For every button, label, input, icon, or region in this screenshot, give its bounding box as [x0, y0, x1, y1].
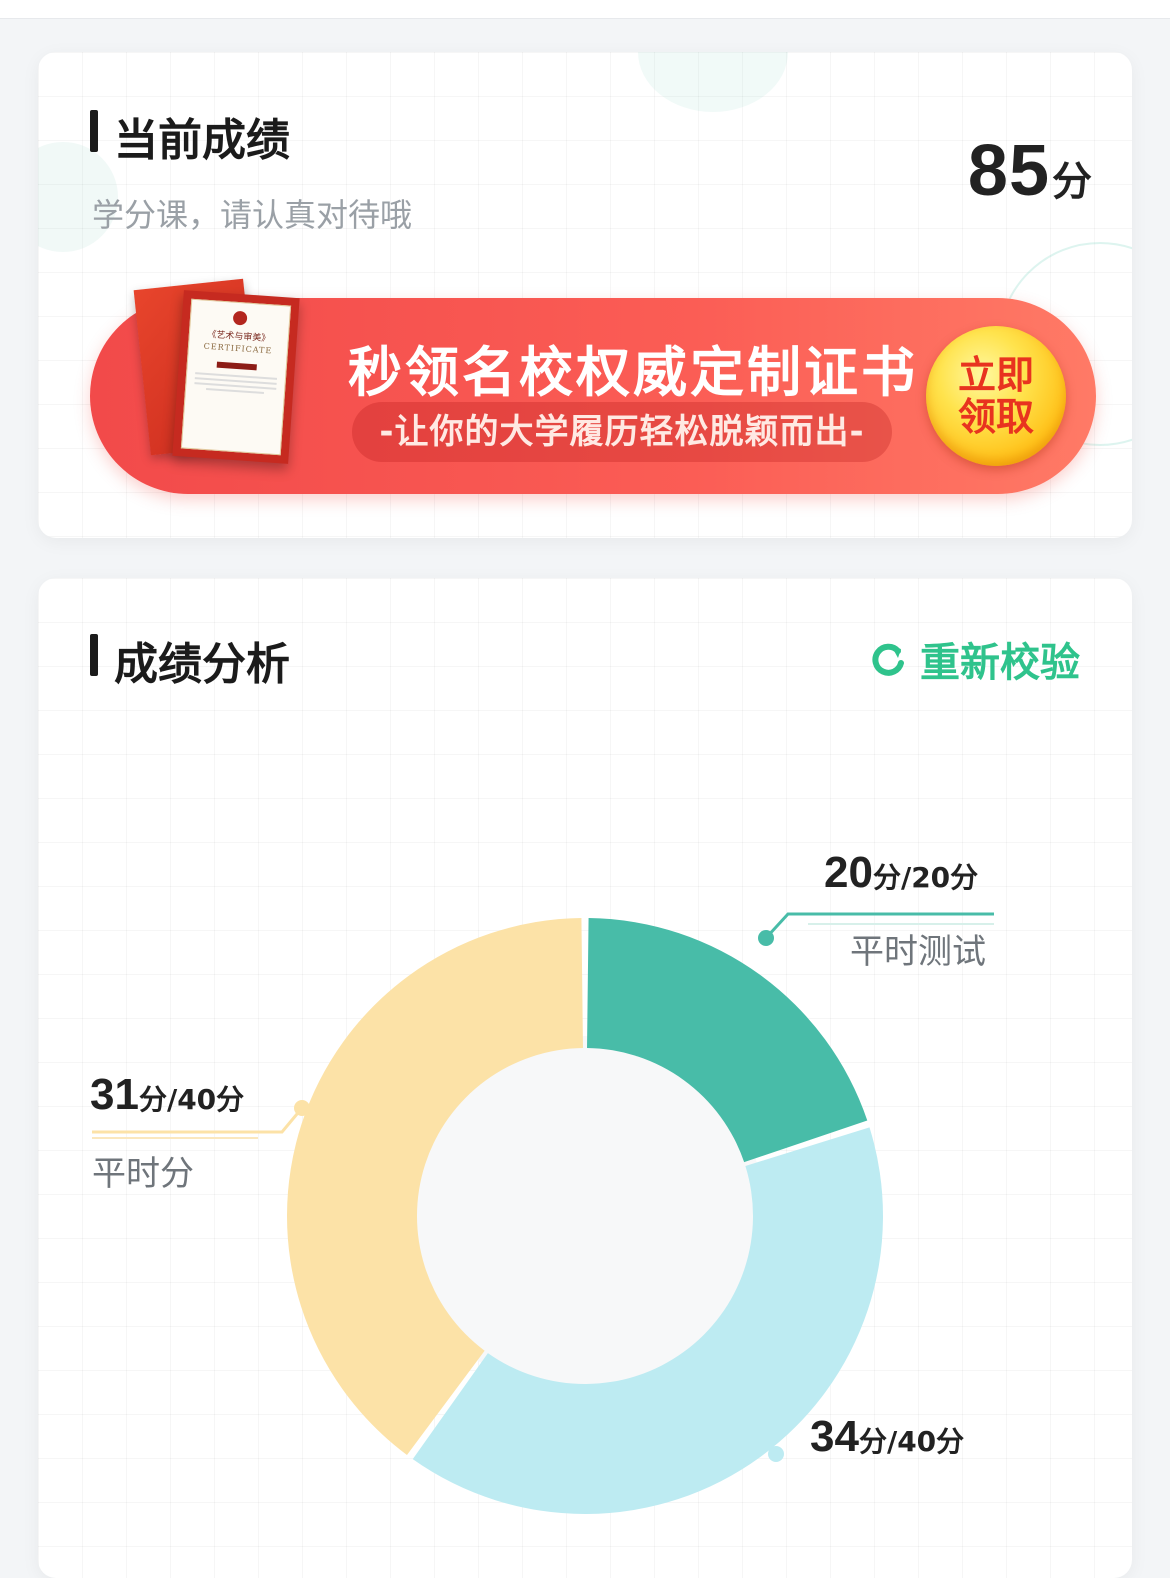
- legend-score-third: 34分/40分: [810, 1412, 964, 1462]
- current-score: 85分: [968, 130, 1092, 212]
- current-score-card: 当前成绩 学分课，请认真对待哦 85分 《艺术与审美》 CERTIFICATE …: [38, 52, 1132, 538]
- leader-dot-usual: [294, 1100, 310, 1116]
- legend-max: /20分: [900, 861, 979, 894]
- legend-unit: 分: [138, 1083, 167, 1116]
- certificate-promo-banner[interactable]: 《艺术与审美》 CERTIFICATE 秒领名校权威定制证书 -让你的大学履历轻…: [90, 278, 1096, 494]
- banner-tagline: -让你的大学履历轻松脱颖而出-: [352, 402, 892, 462]
- leader-dot-third: [768, 1446, 784, 1462]
- legend-score-usual: 31分/40分: [90, 1070, 244, 1120]
- score-analysis-card: 成绩分析 重新校验 20分/20分 平时测试 31分/40分 平时分 34分/4…: [38, 578, 1132, 1578]
- section-title-current-score: 当前成绩: [90, 104, 290, 168]
- legend-value: 20: [824, 848, 873, 897]
- banner-headline: 秒领名校权威定制证书: [348, 341, 918, 404]
- decor-circle: [638, 52, 788, 112]
- legend-unit: 分: [872, 861, 901, 894]
- claim-now-button[interactable]: 立即 领取: [926, 326, 1066, 466]
- top-bar: [0, 0, 1170, 19]
- legend-max: /40分: [886, 1425, 965, 1458]
- legend-unit: 分: [858, 1425, 887, 1458]
- legend-label-test: 平时测试: [850, 932, 986, 972]
- legend-score-test: 20分/20分: [824, 848, 978, 898]
- legend-value: 34: [810, 1412, 859, 1461]
- legend-value: 31: [90, 1070, 139, 1119]
- legend-max: /40分: [166, 1083, 245, 1116]
- score-unit: 分: [1052, 159, 1092, 205]
- leader-dot-test: [758, 930, 774, 946]
- certificate-image: 《艺术与审美》 CERTIFICATE: [172, 290, 300, 464]
- claim-button-line1: 立即: [957, 353, 1034, 397]
- score-subtitle: 学分课，请认真对待哦: [92, 196, 413, 234]
- score-value: 85: [967, 131, 1050, 211]
- claim-button-line2: 领取: [957, 395, 1034, 439]
- legend-label-usual: 平时分: [92, 1154, 194, 1194]
